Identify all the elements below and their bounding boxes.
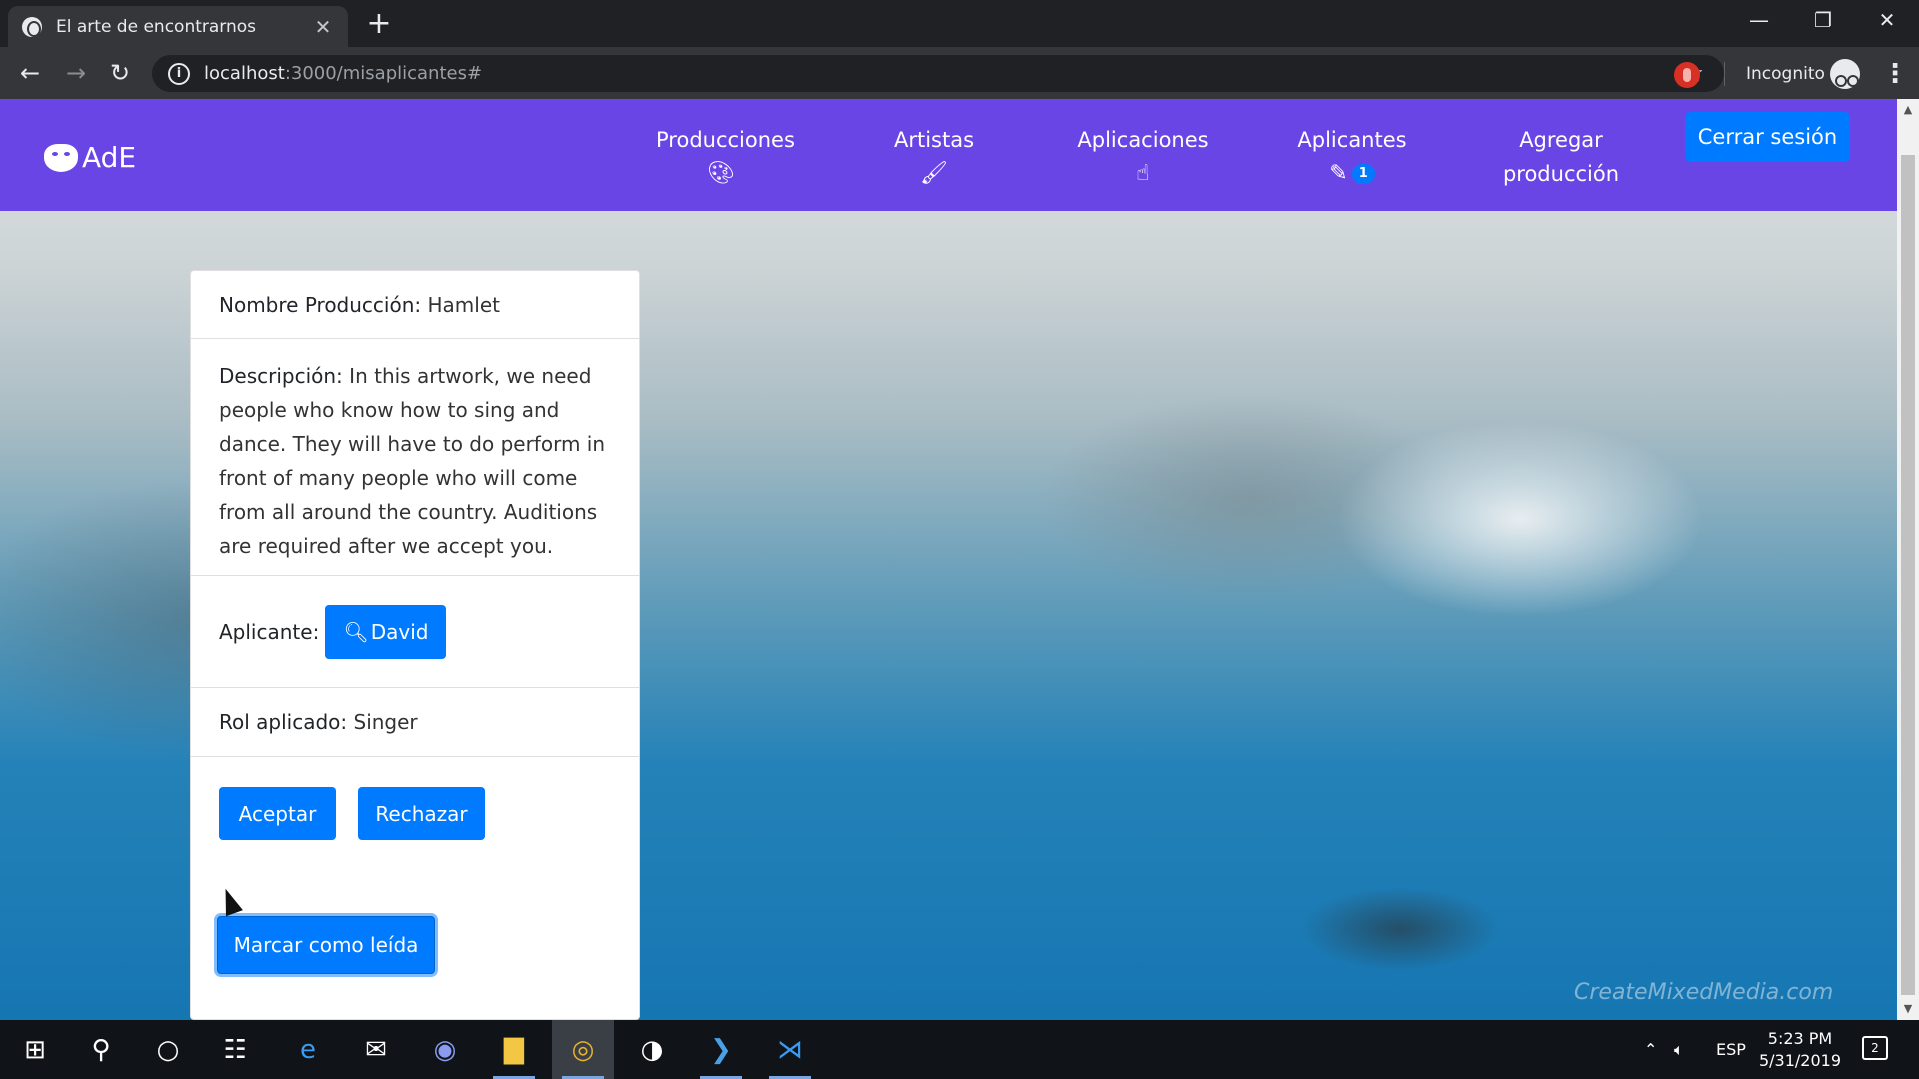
windows-start-icon[interactable]: ⊞ [4,1020,66,1079]
scroll-down-arrow-icon[interactable]: ▼ [1897,1000,1919,1018]
address-bar[interactable]: i localhost:3000/misaplicantes# ☆ [152,55,1724,92]
application-card: Nombre Producción: Hamlet Descripción: I… [190,270,640,1020]
browser-tab[interactable]: El arte de encontrarnos ✕ [8,6,348,47]
nav-aplicantes[interactable]: Aplicantes ✎ 1 [1296,123,1408,189]
cortana-icon[interactable]: ○ [137,1020,199,1079]
discord-icon[interactable]: ◉ [414,1020,476,1079]
extension-icon[interactable] [1674,62,1700,88]
close-tab-icon[interactable]: ✕ [312,15,334,39]
clock-date: 5/31/2019 [1758,1051,1842,1070]
browser-toolbar: ← → ↻ i localhost:3000/misaplicantes# ☆ [0,47,1919,99]
production-name-value: Hamlet [427,292,500,317]
language-indicator[interactable]: ESP [1716,1020,1746,1079]
hand-pointer-icon: ☝︎ [1136,161,1150,186]
role-row: Rol aplicado: Singer [191,688,639,757]
description-row: Descripción: In this artwork, we need pe… [191,339,639,576]
notification-center-icon[interactable]: 2 [1862,1036,1888,1060]
mail-icon[interactable]: ✉ [345,1020,407,1079]
search-icon[interactable]: ⚲ [70,1020,132,1079]
nav-label: Producciones [656,128,795,152]
globe-icon [22,16,42,37]
production-name-label: Nombre Producción: [219,292,422,317]
theater-masks-icon [44,143,78,172]
nav-label: Aplicantes [1297,128,1407,152]
info-icon[interactable]: i [168,62,190,85]
browser-tab-strip: El arte de encontrarnos ✕ + — ❐ ✕ [0,0,1919,47]
close-window-button[interactable]: ✕ [1855,0,1919,40]
mark-as-read-button[interactable]: Marcar como leída [217,916,435,974]
app-navbar: AdE Producciones 🎨︎ Artistas 🖌︎ Aplicaci… [0,99,1897,211]
logout-button[interactable]: Cerrar sesión [1685,112,1850,162]
volume-icon[interactable]: 🔈︎ [1674,1020,1684,1079]
file-explorer-icon[interactable]: ▇ [483,1020,545,1079]
powershell-icon[interactable]: ❯ [690,1020,752,1079]
role-text: Rol aplicado: Singer [219,710,418,734]
task-view-icon[interactable]: ☷ [204,1020,266,1079]
notification-badge: 1 [1351,164,1375,184]
system-clock[interactable]: 5:23 PM 5/31/2019 [1750,1028,1850,1072]
minimize-button[interactable]: — [1727,0,1791,40]
applicant-profile-button[interactable]: 🔍︎ David [325,604,447,659]
applicant-label: Aplicante: [219,619,320,644]
brand-name: AdE [82,141,137,174]
obs-icon[interactable]: ◑ [621,1020,683,1079]
restore-button[interactable]: ❐ [1791,0,1855,40]
nav-aplicaciones[interactable]: Aplicaciones ☝︎ [1074,123,1212,189]
scroll-up-arrow-icon[interactable]: ▲ [1897,101,1919,119]
browser-menu-icon[interactable]: ⋮ [1882,60,1908,88]
production-name-text: Nombre Producción: Hamlet [219,293,500,317]
nav-label-line1: Agregar [1519,128,1603,152]
role-value: Singer [353,710,418,734]
edge-icon[interactable]: e [277,1020,339,1079]
nav-artistas[interactable]: Artistas 🖌︎ [884,123,984,189]
nav-producciones[interactable]: Producciones 🎨︎ [656,123,795,189]
back-button[interactable]: ← [14,57,46,89]
url-path: :3000/misaplicantes# [284,63,483,84]
url-host: localhost [204,63,285,84]
nav-agregar-produccion[interactable]: Agregar producción [1496,123,1626,191]
production-name-row: Nombre Producción: Hamlet [191,271,639,339]
windows-taskbar: ⊞ ⚲ ○ ☷ e ✉ ◉ ▇ ◎ ◑ ❯ ⋊ ⌃ 🔈︎ ESP 5:23 PM… [0,1020,1919,1079]
page-scrollbar[interactable]: ▲ ▼ [1897,99,1919,1020]
new-tab-button[interactable]: + [364,9,394,39]
chrome-icon[interactable]: ◎ [552,1020,614,1079]
accept-button[interactable]: Aceptar [219,787,336,840]
brand-logo[interactable]: AdE [44,141,136,174]
reject-button[interactable]: Rechazar [358,787,485,840]
description-value: In this artwork, we need people who know… [219,364,606,558]
palette-icon: 🎨︎ [707,161,735,186]
clock-time: 5:23 PM [1767,1029,1833,1048]
role-label: Rol aplicado: [219,710,348,734]
vscode-icon[interactable]: ⋊ [759,1020,821,1079]
search-plus-icon: 🔍︎ [343,619,369,644]
tab-title: El arte de encontrarnos [56,16,257,37]
toolbar-divider [1724,62,1725,86]
incognito-label: Incognito [1746,64,1825,84]
brush-icon: 🖌︎ [920,161,948,186]
scrollbar-thumb[interactable] [1901,155,1915,995]
reload-button[interactable]: ↻ [104,57,136,89]
tray-chevron-icon[interactable]: ⌃ [1644,1020,1657,1079]
description-label: Descripción: [219,364,343,388]
forward-button[interactable]: → [60,57,92,89]
paint-brush-icon: ✎ 1 [1296,159,1408,189]
incognito-icon[interactable] [1830,59,1860,89]
applicant-row: Aplicante: 🔍︎ David [191,576,639,688]
nav-label-line2: producción [1502,162,1620,186]
nav-label: Artistas [893,128,975,152]
page-viewport: AdE Producciones 🎨︎ Artistas 🖌︎ Aplicaci… [0,99,1897,1020]
nav-label: Aplicaciones [1077,128,1209,152]
background-watermark: CreateMixedMedia.com [1574,980,1834,1005]
applicant-name: David [370,619,429,644]
mouse-cursor-icon [217,885,243,917]
